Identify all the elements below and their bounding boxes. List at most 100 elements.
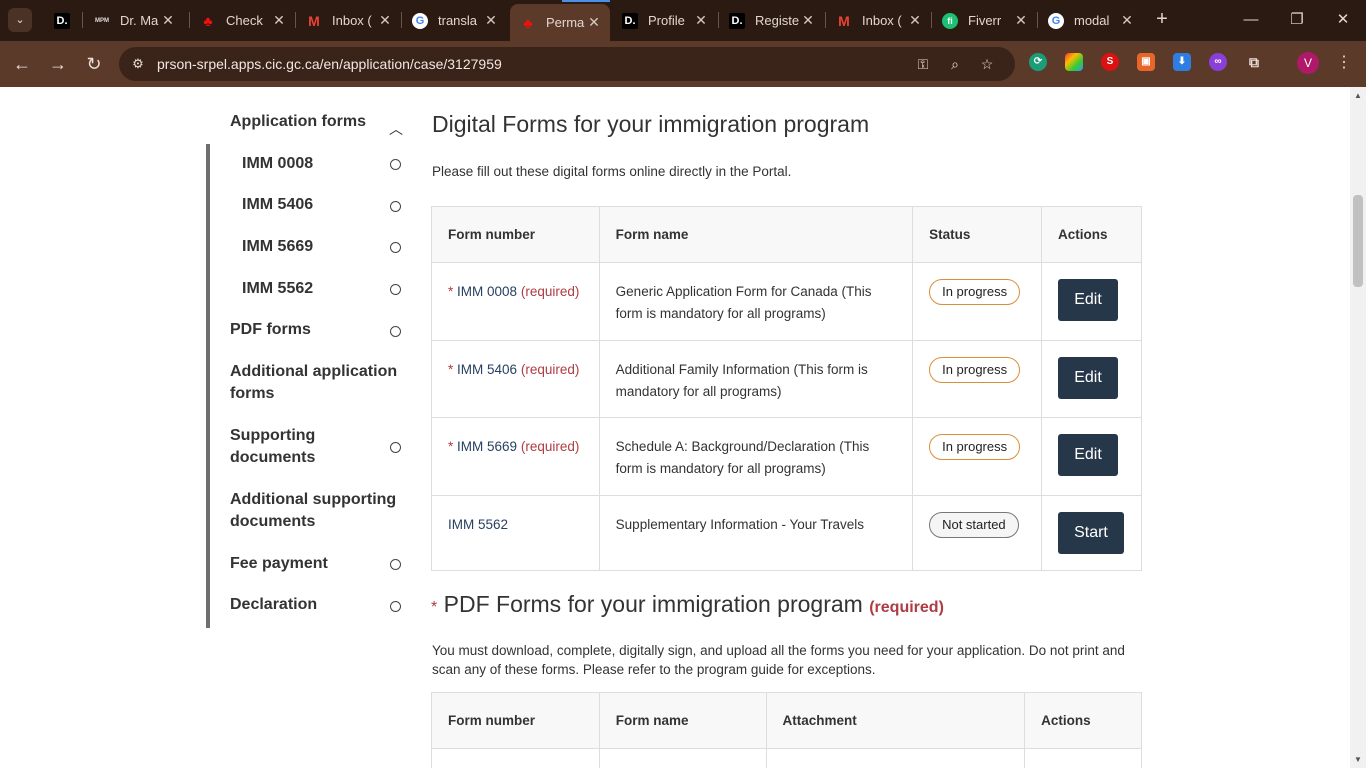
edit-button[interactable]: Edit: [1057, 279, 1118, 321]
sidebar-item-declaration[interactable]: Declaration: [230, 594, 317, 616]
browser-tab[interactable]: M Inbox ( ✕: [296, 4, 401, 37]
extension-color-icon[interactable]: [1065, 53, 1083, 71]
forward-button[interactable]: →: [45, 51, 71, 77]
form-number-cell: IMM 5562: [431, 495, 600, 571]
new-tab-button[interactable]: +: [1151, 8, 1173, 32]
close-tab-icon[interactable]: ✕: [1013, 12, 1029, 29]
browser-tab[interactable]: D. Profile ✕: [612, 4, 717, 37]
tab-search-button[interactable]: ⌄: [8, 8, 32, 32]
chevron-up-icon[interactable]: ︿: [389, 119, 403, 139]
status-circle-icon: [390, 201, 401, 212]
close-tab-icon[interactable]: ✕: [271, 12, 287, 29]
scrollbar-thumb[interactable]: [1353, 195, 1363, 287]
close-tab-icon[interactable]: ✕: [160, 12, 176, 29]
status-circle-icon: [390, 326, 401, 337]
google-icon: G: [1048, 12, 1064, 29]
close-tab-icon[interactable]: ✕: [377, 12, 393, 29]
scroll-down-icon[interactable]: ▼: [1354, 755, 1362, 764]
restore-icon[interactable]: ❐: [1286, 9, 1308, 31]
browser-toolbar: ← → ↻ ⚙ prson-srpel.apps.cic.gc.ca/en/ap…: [0, 41, 1366, 87]
fiverr-icon: fi: [942, 12, 958, 29]
d-logo-icon: D.: [54, 12, 70, 29]
actions-cell: Edit: [1040, 417, 1143, 496]
form-number: IMM 0008: [457, 284, 518, 299]
address-bar[interactable]: ⚙ prson-srpel.apps.cic.gc.ca/en/applicat…: [119, 47, 1015, 81]
status-badge: In progress: [929, 434, 1021, 460]
d-logo-icon: D.: [622, 12, 638, 29]
browser-menu-icon[interactable]: ⋮: [1334, 51, 1354, 75]
sidebar-item-fee-payment[interactable]: Fee payment: [230, 553, 328, 575]
back-button[interactable]: ←: [9, 51, 35, 77]
maple-leaf-icon: ♣: [203, 12, 213, 29]
table-cell: [1024, 748, 1142, 768]
sidebar-item-imm5562[interactable]: IMM 5562: [242, 278, 313, 300]
status-circle-icon: [390, 159, 401, 170]
sidebar-item-pdf-forms[interactable]: PDF forms: [230, 319, 311, 341]
extension-refresh-icon[interactable]: ⟳: [1029, 53, 1047, 71]
sidebar-item-imm5406[interactable]: IMM 5406: [242, 194, 313, 216]
zoom-icon[interactable]: ⌕: [945, 54, 965, 74]
sidebar-item-additional-application-forms[interactable]: Additional application forms: [230, 361, 400, 405]
browser-tab[interactable]: M Inbox ( ✕: [826, 4, 931, 37]
profile-avatar[interactable]: V: [1297, 52, 1319, 74]
page-content: Application forms ︿ IMM 0008 IMM 5406 IM…: [0, 87, 1350, 768]
column-header: Form name: [598, 692, 767, 749]
close-tab-icon[interactable]: ✕: [693, 12, 709, 29]
column-header: Actions: [1024, 692, 1142, 749]
tab-title: modal: [1074, 13, 1110, 28]
sidebar-item-additional-supporting-documents[interactable]: Additional supporting documents: [230, 489, 400, 533]
url-text[interactable]: prson-srpel.apps.cic.gc.ca/en/applicatio…: [157, 47, 502, 81]
tab-title: Check: [226, 13, 263, 28]
table-cell: [431, 748, 600, 768]
actions-cell: Edit: [1040, 340, 1143, 418]
extensions-puzzle-icon[interactable]: ⧉: [1245, 53, 1263, 71]
status-circle-icon: [390, 559, 401, 570]
browser-tab[interactable]: D.: [44, 4, 84, 37]
reload-button[interactable]: ↻: [81, 51, 107, 77]
close-tab-icon[interactable]: ✕: [800, 12, 816, 29]
sidebar-item-application-forms[interactable]: Application forms: [230, 111, 366, 133]
extension-s-icon[interactable]: S: [1101, 53, 1119, 71]
sidebar-item-imm0008[interactable]: IMM 0008: [242, 153, 313, 175]
close-window-icon[interactable]: ✕: [1332, 9, 1354, 31]
gmail-icon: M: [838, 12, 850, 29]
edit-button[interactable]: Edit: [1057, 357, 1118, 399]
browser-tab[interactable]: MPM Dr. Ma ✕: [84, 4, 184, 37]
scroll-up-icon[interactable]: ▲: [1354, 91, 1362, 100]
required-star: *: [448, 284, 454, 299]
required-label: (required): [520, 284, 580, 299]
digital-forms-table: Form number Form name Status Actions * I…: [431, 206, 1143, 571]
start-button[interactable]: Start: [1057, 512, 1124, 554]
mpm-logo-icon: MPM: [95, 17, 109, 24]
password-key-icon[interactable]: ⚿: [913, 54, 933, 74]
close-tab-icon[interactable]: ✕: [483, 12, 499, 29]
tab-title: transla: [438, 13, 478, 28]
pdf-forms-table: Form number Form name Attachment Actions: [431, 692, 1142, 768]
bookmark-star-icon[interactable]: ☆: [977, 54, 997, 74]
extension-gift-icon[interactable]: ▣: [1137, 53, 1155, 71]
browser-tab[interactable]: G modal ✕: [1038, 4, 1143, 37]
sidebar-item-imm5669[interactable]: IMM 5669: [242, 236, 313, 258]
edit-button[interactable]: Edit: [1057, 434, 1118, 476]
sidebar-item-supporting-documents[interactable]: Supporting documents: [230, 425, 350, 469]
browser-tab[interactable]: fi Fiverr ✕: [932, 4, 1037, 37]
browser-tab[interactable]: D. Registe ✕: [719, 4, 824, 37]
table-header-row: Form number Form name Status Actions: [431, 206, 1143, 263]
extension-purple-icon[interactable]: ∞: [1209, 53, 1227, 71]
tab-title: Fiverr: [968, 13, 1002, 28]
close-tab-icon[interactable]: ✕: [586, 14, 602, 31]
site-settings-icon[interactable]: ⚙: [129, 55, 147, 73]
browser-tab[interactable]: ♣ Check ✕: [190, 4, 295, 37]
active-tab-indicator: [562, 0, 610, 2]
close-tab-icon[interactable]: ✕: [1119, 12, 1135, 29]
extension-download-icon[interactable]: ⬇: [1173, 53, 1191, 71]
browser-tab-active[interactable]: ♣ Perma ✕: [510, 4, 610, 41]
browser-tab-strip: ⌄ D. MPM Dr. Ma ✕ ♣ Check ✕ M Inbox ( ✕ …: [0, 0, 1366, 41]
browser-tab[interactable]: G transla ✕: [402, 4, 507, 37]
page-scrollbar[interactable]: ▲ ▼: [1350, 87, 1366, 768]
form-number-cell: * IMM 5406 (required): [431, 340, 600, 418]
close-tab-icon[interactable]: ✕: [907, 12, 923, 29]
minimize-icon[interactable]: —: [1240, 9, 1262, 31]
tab-title: Dr. Ma: [120, 13, 159, 28]
required-label: (required): [520, 362, 580, 377]
